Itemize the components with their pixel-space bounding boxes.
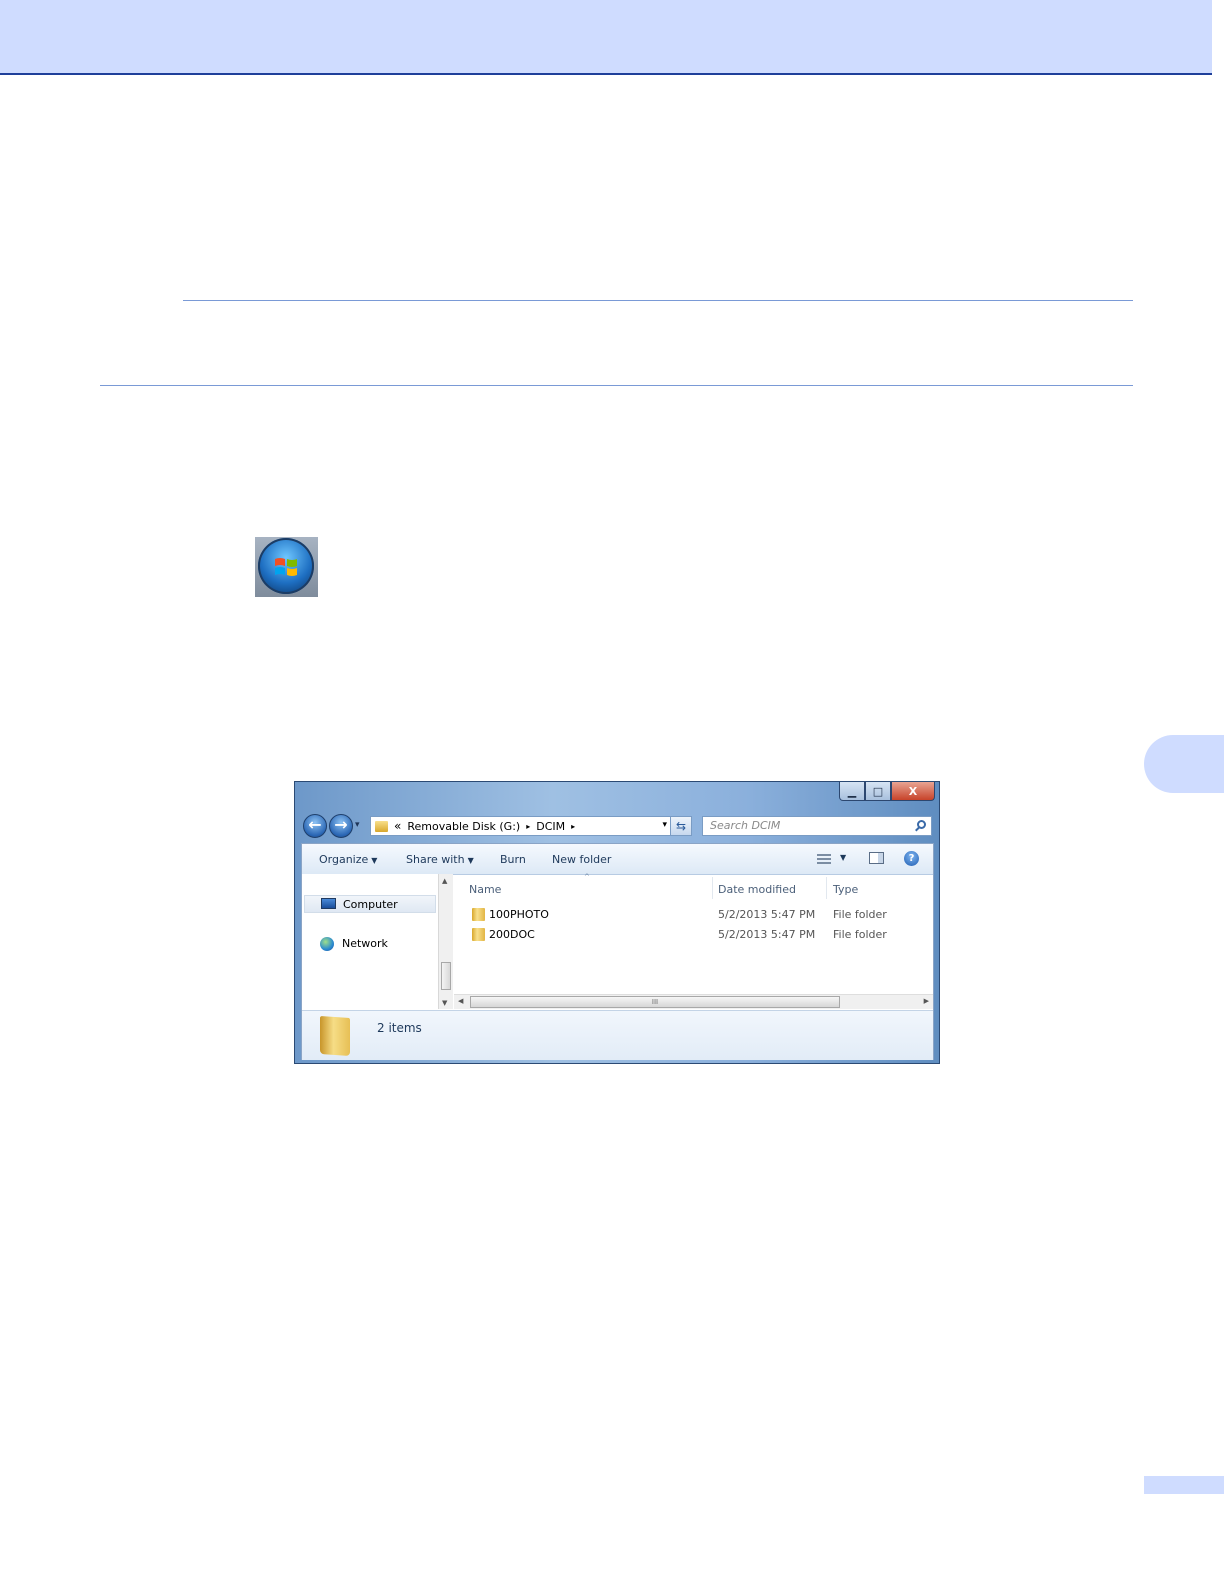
help-icon[interactable]: ? [904,851,919,866]
file-name: 200DOC [489,928,535,941]
file-type: File folder [833,928,887,941]
breadcrumb-removable-disk[interactable]: Removable Disk (G:) [407,820,520,833]
column-divider[interactable] [826,877,827,899]
address-overflow-icon[interactable]: « [394,819,401,833]
scroll-down-icon[interactable]: ▼ [442,999,447,1007]
minimize-button[interactable]: ▁ [839,782,865,801]
column-header-date[interactable]: Date modified [718,883,796,896]
folder-icon [375,820,388,832]
share-with-label: Share with [406,853,465,866]
scroll-thumb[interactable] [441,962,451,990]
column-header-name[interactable]: Name [469,883,501,896]
nav-pane-scrollbar[interactable]: ▲ ▼ [438,874,453,1009]
file-date: 5/2/2013 5:47 PM [718,908,816,921]
file-row[interactable]: 200DOC 5/2/2013 5:47 PM File folder [454,926,933,944]
note-bottom-rule [100,385,1133,386]
network-icon [320,937,334,951]
scroll-thumb[interactable]: III [470,996,840,1008]
address-bar[interactable]: « Removable Disk (G:) ▸ DCIM ▸ ▾ [370,816,671,836]
window-controls: ▁ □ X [839,782,935,802]
organize-label: Organize [319,853,369,866]
navigation-pane: Computer Network [302,874,438,1010]
search-icon[interactable] [917,820,926,829]
search-placeholder: Search DCIM [710,819,781,832]
file-list: ^ Name Date modified Type 100PHOTO 5/2/2… [454,873,933,994]
navigation-row: ← → ▾ « Removable Disk (G:) ▸ DCIM ▸ ▾ ⇆… [303,813,935,839]
item-count: 2 items [377,1021,422,1035]
chapter-tab [1144,735,1224,793]
explorer-content: Organize ▼ Share with ▼ Burn New folder ▼ … [301,843,934,1060]
nav-item-label: Computer [343,898,398,911]
refresh-button[interactable]: ⇆ [670,816,692,836]
close-button[interactable]: X [891,782,935,801]
recent-pages-icon[interactable]: ▾ [355,820,360,830]
scroll-up-icon[interactable]: ▲ [442,877,447,885]
command-bar: Organize ▼ Share with ▼ Burn New folder ▼ … [302,844,933,875]
page-number-box [1144,1476,1224,1494]
folder-icon [320,1015,350,1057]
nav-item-label: Network [342,937,388,950]
scroll-right-icon[interactable]: ▶ [924,997,929,1005]
windows-start-button[interactable] [255,537,318,597]
scroll-left-icon[interactable]: ◀ [458,997,463,1005]
breadcrumb-separator-icon[interactable]: ▸ [571,822,575,831]
preview-pane-icon[interactable] [869,852,884,864]
computer-icon [321,898,336,909]
organize-button[interactable]: Organize ▼ [319,853,377,866]
column-divider[interactable] [712,877,713,899]
breadcrumb-dcim[interactable]: DCIM [536,820,565,833]
new-folder-button[interactable]: New folder [552,853,611,866]
chevron-down-icon: ▼ [467,856,474,865]
breadcrumb-separator-icon[interactable]: ▸ [526,822,530,831]
burn-button[interactable]: Burn [500,853,526,866]
back-button[interactable]: ← [303,814,327,838]
header-band [0,0,1212,75]
file-list-scrollbar[interactable]: ◀ III ▶ [454,994,933,1009]
views-dropdown-icon[interactable]: ▼ [840,853,846,862]
nav-item-computer[interactable]: Computer [304,895,436,913]
note-top-rule [183,300,1133,301]
file-name: 100PHOTO [489,908,549,921]
column-header-type[interactable]: Type [833,883,858,896]
details-pane: 2 items [302,1010,933,1060]
search-input[interactable]: Search DCIM [702,816,932,836]
views-icon[interactable] [817,854,831,864]
file-row[interactable]: 100PHOTO 5/2/2013 5:47 PM File folder [454,906,933,924]
sort-indicator-icon: ^ [584,873,590,881]
address-dropdown-icon[interactable]: ▾ [662,820,667,830]
file-date: 5/2/2013 5:47 PM [718,928,816,941]
maximize-button[interactable]: □ [865,782,891,801]
folder-icon [472,928,485,941]
explorer-window: ▁ □ X ← → ▾ « Removable Disk (G:) ▸ DCIM… [294,781,940,1064]
folder-icon [472,908,485,921]
file-type: File folder [833,908,887,921]
forward-button[interactable]: → [329,814,353,838]
nav-item-network[interactable]: Network [304,935,436,953]
chevron-down-icon: ▼ [371,856,378,865]
windows-logo-icon [275,558,297,576]
share-with-button[interactable]: Share with ▼ [406,853,474,866]
